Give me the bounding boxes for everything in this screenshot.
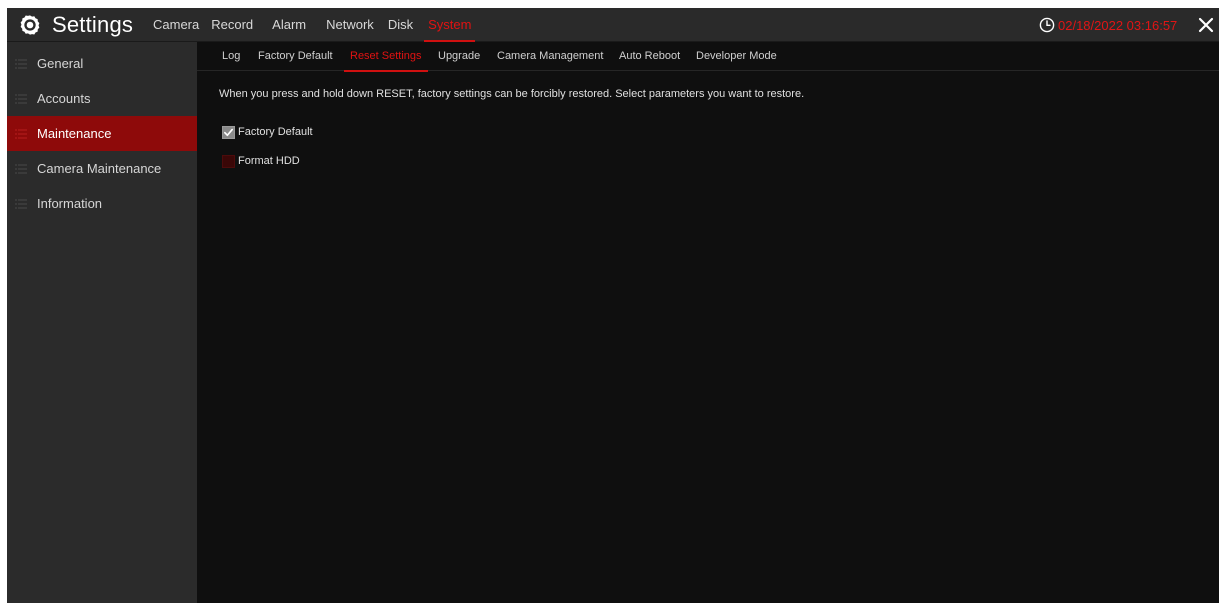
list-icon	[15, 198, 27, 209]
sidebar: General Accounts Maintenance Camera Main…	[7, 42, 197, 603]
format-hdd-option[interactable]: Format HDD	[222, 154, 300, 168]
sidebar-item-accounts[interactable]: Accounts	[7, 81, 197, 116]
factory-default-option[interactable]: Factory Default	[222, 125, 313, 139]
subtab-developer-mode[interactable]: Developer Mode	[696, 42, 777, 71]
tab-disk[interactable]: Disk	[388, 8, 413, 42]
datetime-text: 02/18/2022 03:16:57	[1058, 17, 1178, 33]
clock-icon	[1039, 17, 1055, 33]
app-brand: Settings	[19, 8, 133, 42]
sidebar-item-label: Camera Maintenance	[37, 161, 162, 176]
list-icon	[15, 58, 27, 69]
sidebar-item-label: General	[37, 56, 84, 71]
sidebar-item-label: Information	[37, 196, 103, 211]
tab-camera[interactable]: Camera	[153, 8, 199, 42]
factory-default-label: Factory Default	[238, 126, 313, 138]
tab-network[interactable]: Network	[326, 8, 374, 42]
sidebar-item-label: Accounts	[37, 91, 91, 106]
format-hdd-label: Format HDD	[238, 155, 300, 167]
sidebar-item-information[interactable]: Information	[7, 186, 197, 221]
checkmark-icon	[224, 128, 233, 136]
tab-record[interactable]: Record	[211, 8, 253, 42]
subtab-log[interactable]: Log	[222, 42, 240, 71]
gear-icon	[20, 15, 40, 35]
subtab-auto-reboot[interactable]: Auto Reboot	[619, 42, 680, 71]
list-icon	[15, 163, 27, 174]
format-hdd-checkbox[interactable]	[222, 154, 235, 168]
subtab-camera-management[interactable]: Camera Management	[497, 42, 603, 71]
system-clock: 02/18/2022 03:16:57	[1039, 8, 1177, 42]
sidebar-item-camera-maintenance[interactable]: Camera Maintenance	[7, 151, 197, 186]
reset-description: When you press and hold down RESET, fact…	[219, 88, 805, 100]
list-icon	[15, 93, 27, 104]
sidebar-item-label: Maintenance	[37, 126, 112, 141]
list-icon	[15, 128, 27, 139]
tab-system[interactable]: System	[424, 8, 476, 42]
tab-alarm[interactable]: Alarm	[272, 8, 306, 42]
close-icon[interactable]	[1198, 17, 1214, 33]
sub-nav: Log Factory Default Reset Settings Upgra…	[197, 42, 1219, 72]
sidebar-item-general[interactable]: General	[7, 46, 197, 81]
main-nav: Camera Record Alarm Network Disk System	[153, 8, 476, 42]
settings-window: Settings Camera Record Alarm Network Dis…	[7, 8, 1219, 603]
app-title: Settings	[52, 12, 134, 37]
subtab-reset-settings[interactable]: Reset Settings	[344, 42, 428, 72]
subtab-upgrade[interactable]: Upgrade	[438, 42, 480, 71]
sidebar-item-maintenance[interactable]: Maintenance	[7, 116, 197, 151]
subtab-factory-default[interactable]: Factory Default	[258, 42, 333, 71]
factory-default-checkbox[interactable]	[222, 125, 235, 139]
top-bar: Settings Camera Record Alarm Network Dis…	[7, 8, 1219, 42]
